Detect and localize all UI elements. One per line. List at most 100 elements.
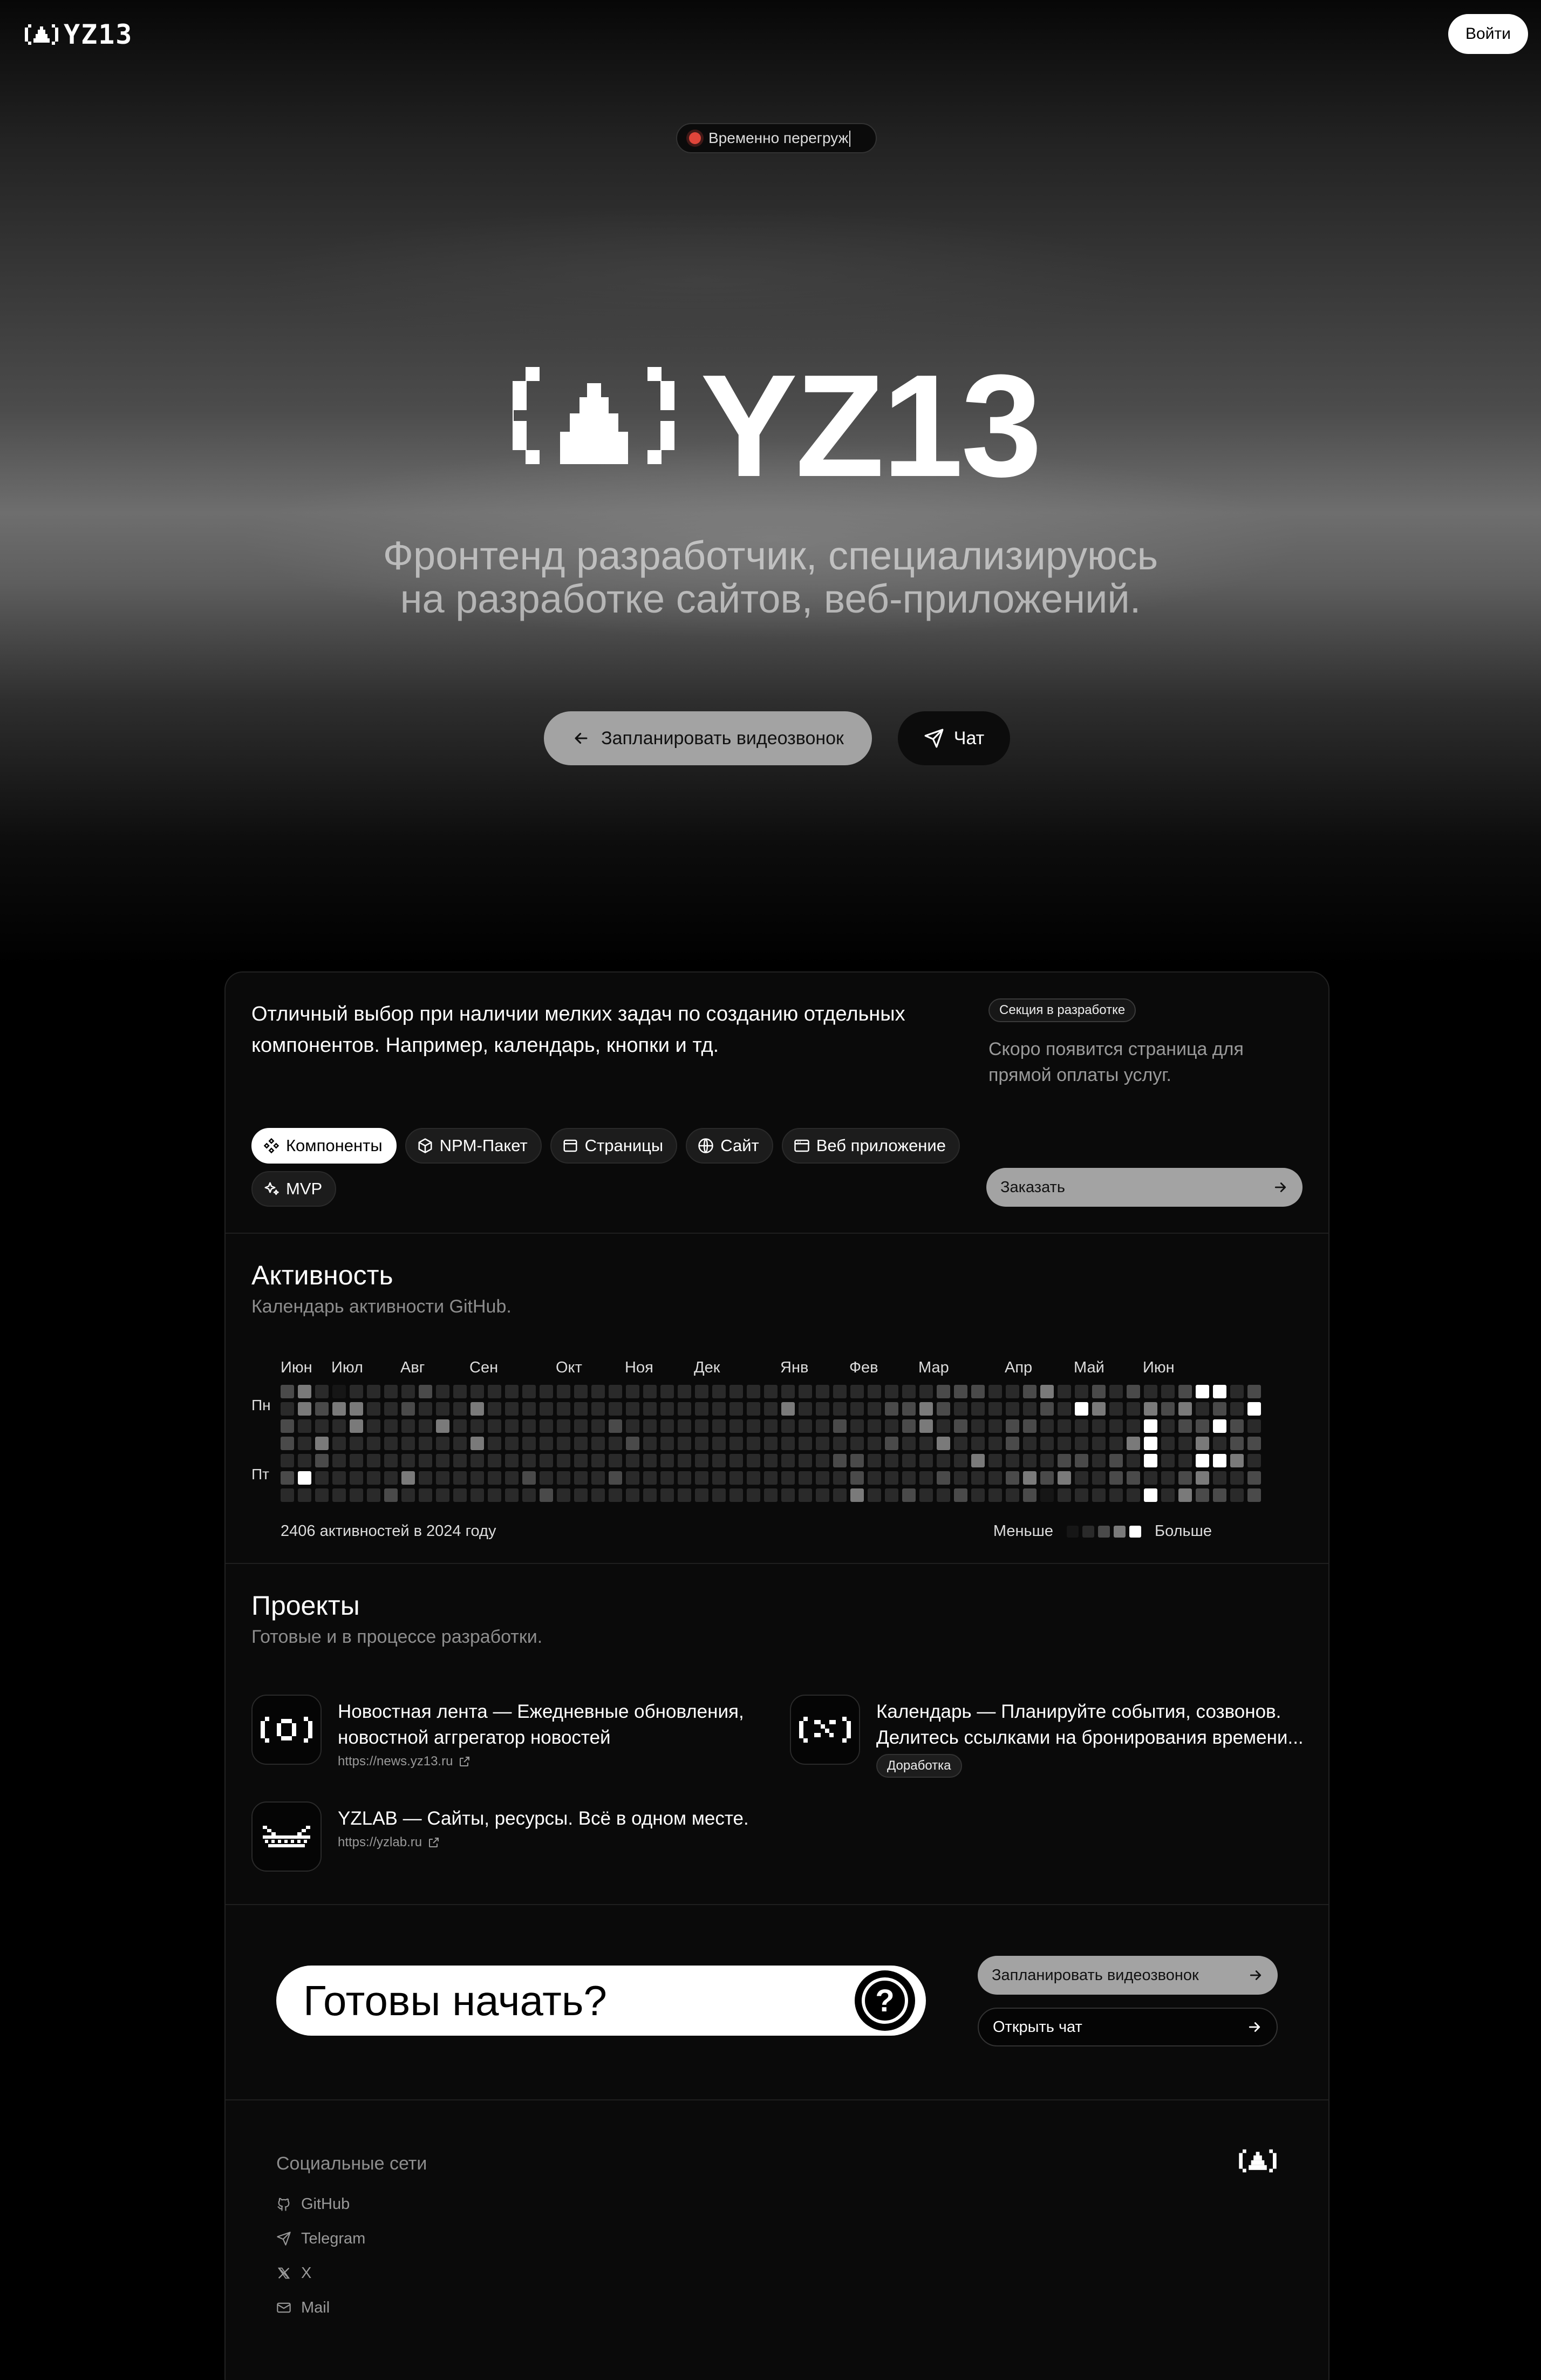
project-title-line: Календарь — Планируйте события, созвонов… bbox=[876, 1699, 1304, 1725]
contribution-cell bbox=[367, 1488, 380, 1502]
login-button[interactable]: Войти bbox=[1448, 14, 1528, 54]
chip-pages[interactable]: Страницы bbox=[550, 1128, 678, 1164]
chat-button[interactable]: Чат bbox=[898, 711, 1010, 765]
project-link[interactable]: https://news.yz13.ru bbox=[338, 1754, 744, 1769]
contribution-cell bbox=[885, 1419, 898, 1433]
contribution-cell bbox=[1161, 1488, 1175, 1502]
contribution-cell bbox=[574, 1437, 588, 1450]
schedule-call-label: Запланировать видеозвонок bbox=[992, 1966, 1199, 1984]
contribution-cell bbox=[868, 1402, 881, 1416]
open-chat-button[interactable]: Открыть чат bbox=[978, 2008, 1278, 2046]
ready-to-start-card[interactable]: Готовы начать? ? bbox=[276, 1966, 926, 2036]
contribution-cell bbox=[764, 1454, 778, 1467]
contribution-cell bbox=[367, 1437, 380, 1450]
contribution-cell bbox=[902, 1471, 916, 1485]
github-icon bbox=[277, 2198, 290, 2211]
chip-mvp[interactable]: MVP bbox=[251, 1171, 337, 1207]
contribution-cell bbox=[350, 1471, 363, 1485]
contribution-cell bbox=[678, 1385, 691, 1398]
schedule-call-button[interactable]: Запланировать видеозвонок bbox=[978, 1956, 1278, 1995]
site-logo[interactable]: YZ13 bbox=[25, 19, 133, 50]
contribution-cell bbox=[902, 1454, 916, 1467]
project-title-line: Новостная лента — Ежедневные обновления, bbox=[338, 1699, 744, 1725]
activity-legend: Меньше Больше bbox=[993, 1522, 1212, 1540]
contribution-cell bbox=[799, 1419, 812, 1433]
contribution-cell bbox=[643, 1437, 657, 1450]
contribution-cell bbox=[557, 1437, 570, 1450]
contribution-cell bbox=[1109, 1437, 1123, 1450]
contribution-cell bbox=[660, 1437, 674, 1450]
contribution-cell bbox=[574, 1402, 588, 1416]
project-card[interactable]: Календарь — Планируйте события, созвонов… bbox=[790, 1695, 1304, 1778]
contribution-cell bbox=[1127, 1419, 1140, 1433]
footer-logo[interactable] bbox=[1238, 2146, 1278, 2179]
contribution-cell bbox=[471, 1385, 484, 1398]
schedule-call-button[interactable]: Запланировать видеозвонок bbox=[544, 711, 872, 765]
contribution-cell bbox=[1230, 1437, 1244, 1450]
contribution-cell bbox=[453, 1471, 467, 1485]
contribution-cell bbox=[885, 1437, 898, 1450]
month-label: Июл bbox=[331, 1359, 363, 1376]
contribution-cell bbox=[1144, 1454, 1157, 1467]
contribution-cell bbox=[971, 1402, 985, 1416]
social-link-x[interactable]: X bbox=[276, 2256, 365, 2290]
contribution-cell bbox=[660, 1488, 674, 1502]
chip-components[interactable]: Компоненты bbox=[251, 1128, 397, 1164]
activity-title: Активность bbox=[251, 1260, 393, 1290]
project-desc: Сайты, ресурсы. Всё в одном месте. bbox=[427, 1808, 749, 1829]
project-title-line: YZLAB — Сайты, ресурсы. Всё в одном мест… bbox=[338, 1806, 749, 1832]
contribution-cell bbox=[1023, 1437, 1037, 1450]
contribution-cell bbox=[1109, 1471, 1123, 1485]
contribution-cell bbox=[988, 1471, 1002, 1485]
contribution-cell bbox=[643, 1488, 657, 1502]
contribution-cell bbox=[850, 1385, 864, 1398]
chip-web-app[interactable]: Веб приложение bbox=[781, 1128, 960, 1164]
project-link[interactable]: https://yzlab.ru bbox=[338, 1835, 749, 1850]
contribution-cell bbox=[1144, 1385, 1157, 1398]
contribution-cell bbox=[764, 1437, 778, 1450]
contribution-cell bbox=[1161, 1402, 1175, 1416]
order-button[interactable]: Заказать bbox=[986, 1168, 1303, 1207]
contribution-cell bbox=[902, 1437, 916, 1450]
sparkles-icon bbox=[264, 1182, 279, 1195]
contribution-cell bbox=[919, 1385, 933, 1398]
chip-label: Сайт bbox=[720, 1136, 759, 1155]
project-card[interactable]: YZLAB — Сайты, ресурсы. Всё в одном мест… bbox=[251, 1801, 749, 1872]
project-card[interactable]: Новостная лента — Ежедневные обновления,… bbox=[251, 1695, 744, 1769]
chip-npm-package[interactable]: NPM-Пакет bbox=[405, 1128, 542, 1164]
ready-text: Готовы начать? bbox=[303, 1976, 607, 2024]
contribution-cell bbox=[1040, 1488, 1054, 1502]
contribution-cell bbox=[937, 1385, 950, 1398]
contribution-cell bbox=[453, 1419, 467, 1433]
contribution-cell bbox=[1092, 1454, 1106, 1467]
contribution-cell bbox=[1109, 1454, 1123, 1467]
calendar-months: Июн Июл Авг Сен Окт Ноя Дек Янв Фев Мар … bbox=[281, 1359, 1198, 1378]
chip-site[interactable]: Сайт bbox=[686, 1128, 773, 1164]
project-sep: — bbox=[493, 1701, 512, 1722]
contribution-cell bbox=[954, 1488, 967, 1502]
project-sep: — bbox=[977, 1701, 996, 1722]
chip-label: MVP bbox=[286, 1179, 323, 1198]
social-link-github[interactable]: GitHub bbox=[276, 2187, 365, 2221]
contribution-cell bbox=[816, 1471, 829, 1485]
contribution-cell bbox=[367, 1454, 380, 1467]
contribution-cell bbox=[453, 1402, 467, 1416]
social-link-mail[interactable]: Mail bbox=[276, 2290, 365, 2325]
contribution-cell bbox=[626, 1454, 639, 1467]
contribution-cell bbox=[626, 1385, 639, 1398]
month-label: Апр bbox=[1005, 1359, 1033, 1376]
contribution-cell bbox=[833, 1419, 847, 1433]
contribution-cell bbox=[1075, 1402, 1088, 1416]
contribution-cell bbox=[609, 1419, 622, 1433]
social-link-telegram[interactable]: Telegram bbox=[276, 2221, 365, 2256]
contribution-cell bbox=[436, 1454, 449, 1467]
social-label: X bbox=[301, 2264, 312, 2282]
contribution-cell bbox=[1092, 1385, 1106, 1398]
month-label: Дек bbox=[694, 1359, 720, 1376]
contribution-cell bbox=[332, 1437, 346, 1450]
contribution-cell bbox=[954, 1454, 967, 1467]
contribution-cell bbox=[488, 1385, 501, 1398]
contribution-cell bbox=[971, 1471, 985, 1485]
contribution-cell bbox=[1127, 1471, 1140, 1485]
contribution-cell bbox=[954, 1385, 967, 1398]
